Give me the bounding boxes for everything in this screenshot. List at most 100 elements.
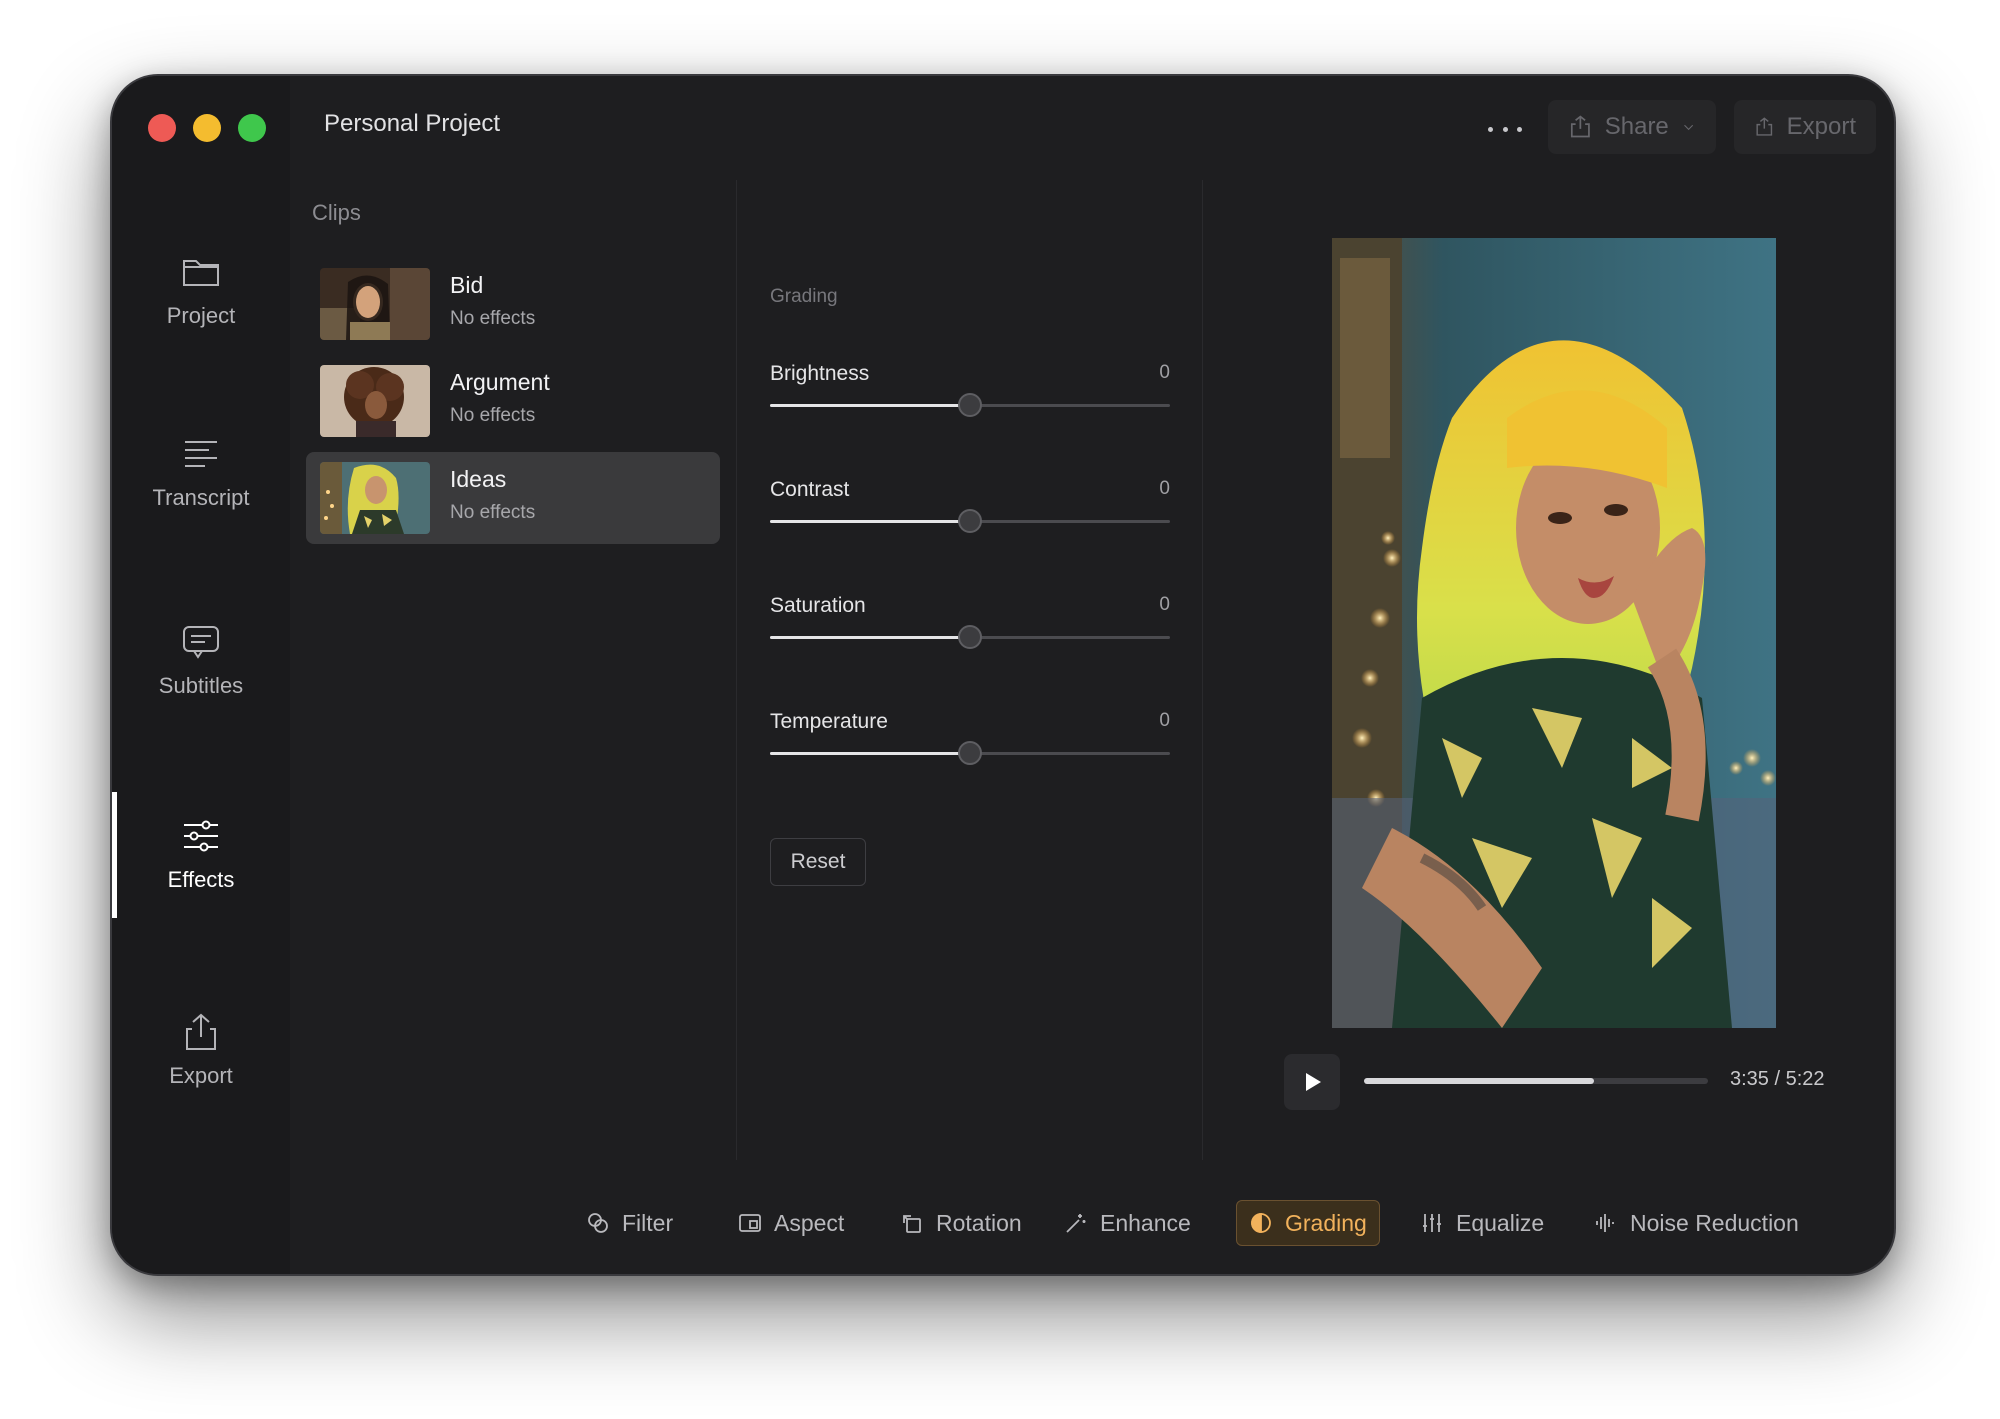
clip-name: Ideas	[450, 466, 507, 492]
share-icon	[1570, 115, 1590, 138]
sidebar: Project Transcript Subtitles Effects Exp…	[112, 76, 290, 1274]
preview-image	[1332, 238, 1776, 1028]
close-window-button[interactable]	[148, 114, 176, 142]
slider-fill	[770, 404, 970, 407]
zoom-window-button[interactable]	[238, 114, 266, 142]
magic-wand-icon	[1066, 1214, 1086, 1233]
slider-label: Saturation	[770, 594, 866, 617]
toolbar-equalize[interactable]: Equalize	[1408, 1200, 1556, 1246]
sidebar-item-project[interactable]: Project	[112, 230, 290, 350]
panel-divider	[736, 180, 737, 1160]
clip-item[interactable]: Bid No effects	[306, 258, 720, 350]
play-button[interactable]	[1284, 1054, 1340, 1110]
video-preview[interactable]	[1332, 238, 1776, 1028]
filter-icon	[588, 1213, 608, 1233]
progress-fill	[1364, 1078, 1595, 1084]
clip-item-selected[interactable]: Ideas No effects	[306, 452, 720, 544]
contrast-slider[interactable]	[770, 509, 1170, 533]
sidebar-item-label: Transcript	[152, 485, 250, 510]
playback-time: 3:35 / 5:22	[1730, 1068, 1825, 1090]
slider-thumb[interactable]	[958, 393, 982, 417]
grading-heading: Grading	[770, 286, 838, 307]
slider-value: 0	[1159, 478, 1170, 499]
toolbar-label: Rotation	[936, 1209, 1022, 1236]
equalizer-icon	[1423, 1214, 1441, 1232]
toolbar-label: Aspect	[774, 1209, 845, 1236]
toolbar-grading[interactable]: Grading	[1236, 1200, 1380, 1246]
slider-value: 0	[1159, 362, 1170, 383]
toolbar-filter[interactable]: Filter	[574, 1200, 685, 1246]
sidebar-item-label: Project	[166, 303, 236, 328]
half-circle-icon	[1251, 1213, 1271, 1233]
clip-status: No effects	[450, 405, 536, 426]
brightness-slider[interactable]	[770, 393, 1170, 417]
playback-progress-bar[interactable]	[1364, 1078, 1708, 1084]
toolbar-label: Equalize	[1456, 1209, 1545, 1236]
clip-thumbnail	[320, 365, 430, 437]
slider-label: Temperature	[770, 710, 888, 733]
waveform-icon	[1596, 1214, 1614, 1232]
slider-label: Brightness	[770, 362, 870, 385]
share-label: Share	[1604, 113, 1669, 140]
minimize-window-button[interactable]	[193, 114, 221, 142]
dot-icon	[1502, 126, 1508, 132]
sidebar-item-effects[interactable]: Effects	[112, 794, 290, 914]
clip-name: Bid	[450, 272, 484, 298]
share-icon	[1756, 117, 1773, 136]
text-lines-icon	[185, 441, 217, 467]
toolbar-label: Filter	[622, 1209, 674, 1236]
active-nav-indicator	[112, 792, 117, 918]
clip-item[interactable]: Argument No effects	[306, 355, 720, 447]
toolbar-enhance[interactable]: Enhance	[1052, 1200, 1203, 1246]
slider-fill	[770, 752, 970, 755]
window-title: Personal Project	[324, 110, 501, 137]
clip-status: No effects	[450, 308, 536, 329]
brightness-slider-row: Brightness 0	[770, 362, 1170, 432]
slider-thumb[interactable]	[958, 509, 982, 533]
slider-value: 0	[1159, 710, 1170, 731]
slider-thumb[interactable]	[958, 625, 982, 649]
play-icon	[1306, 1073, 1321, 1091]
app-window: Project Transcript Subtitles Effects Exp…	[110, 74, 1896, 1276]
toolbar-label: Grading	[1285, 1209, 1367, 1236]
sidebar-item-label: Effects	[167, 867, 235, 892]
share-button[interactable]: Share	[1548, 100, 1716, 154]
slider-fill	[770, 636, 970, 639]
temperature-slider-row: Temperature 0	[770, 710, 1170, 780]
clip-name: Argument	[450, 369, 550, 395]
speech-bubble-icon	[183, 626, 219, 659]
sidebar-item-transcript[interactable]: Transcript	[112, 412, 290, 532]
export-label: Export	[1786, 113, 1856, 140]
toolbar-label: Enhance	[1100, 1209, 1191, 1236]
saturation-slider[interactable]	[770, 625, 1170, 649]
sidebar-item-export[interactable]: Export	[112, 990, 290, 1110]
export-button[interactable]: Export	[1734, 100, 1876, 154]
saturation-slider-row: Saturation 0	[770, 594, 1170, 664]
more-options-button[interactable]	[1482, 114, 1528, 144]
dot-icon	[1488, 126, 1493, 132]
panel-divider	[1202, 180, 1203, 1160]
toolbar-rotation[interactable]: Rotation	[888, 1200, 1034, 1246]
slider-thumb[interactable]	[958, 741, 982, 765]
toolbar-label: Noise Reduction	[1630, 1209, 1799, 1236]
toolbar-noise-reduction[interactable]: Noise Reduction	[1582, 1200, 1811, 1246]
toolbar-aspect[interactable]: Aspect	[726, 1200, 856, 1246]
slider-label: Contrast	[770, 478, 850, 501]
clip-thumbnail	[320, 462, 430, 534]
contrast-slider-row: Contrast 0	[770, 478, 1170, 548]
sidebar-item-subtitles[interactable]: Subtitles	[112, 600, 290, 720]
slider-fill	[770, 520, 970, 523]
sidebar-item-label: Subtitles	[158, 673, 244, 698]
temperature-slider[interactable]	[770, 741, 1170, 765]
clip-status: No effects	[450, 502, 536, 523]
sliders-icon	[184, 820, 218, 852]
sidebar-item-label: Export	[169, 1063, 233, 1088]
reset-button[interactable]: Reset	[770, 838, 866, 886]
chevron-down-icon	[1683, 124, 1693, 131]
rotation-icon	[903, 1215, 921, 1233]
dot-icon	[1517, 126, 1522, 132]
folder-icon	[183, 260, 219, 286]
aspect-icon	[739, 1214, 761, 1232]
share-icon	[186, 1013, 216, 1050]
clips-heading: Clips	[312, 200, 361, 225]
